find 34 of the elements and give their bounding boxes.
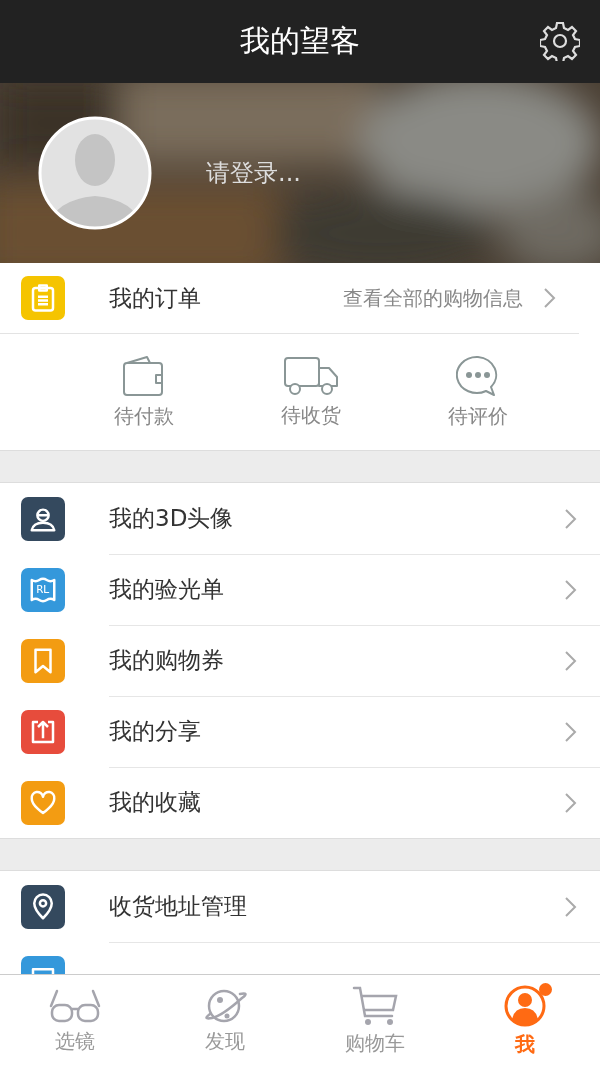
all-orders-link[interactable]: 查看全部的购物信息 xyxy=(343,284,523,312)
menu-item-label[interactable]: 我的验光单 xyxy=(109,574,544,605)
menu-item-label[interactable]: 我的购物券 xyxy=(109,645,544,676)
planet-icon xyxy=(202,987,248,1024)
order-status-label[interactable]: 待付款 xyxy=(113,402,174,430)
page-title: 我的望客 xyxy=(240,22,360,60)
order-status-label[interactable]: 待评价 xyxy=(447,402,508,430)
login-link[interactable]: 请登录... xyxy=(206,157,301,189)
menu-icon: RL xyxy=(21,567,65,612)
tab[interactable]: 购物车 xyxy=(345,1029,405,1057)
cart-icon xyxy=(352,985,398,1026)
settings-icon[interactable] xyxy=(540,21,580,61)
tab[interactable]: 发现 xyxy=(205,1027,245,1055)
truck-icon xyxy=(282,355,339,396)
orders-title: 我的订单 xyxy=(109,283,202,313)
clipboard-icon xyxy=(21,276,65,320)
user-icon xyxy=(504,984,546,1027)
menu-item-label[interactable]: 我的3D头像 xyxy=(109,503,544,534)
chevron-icon xyxy=(564,895,578,918)
chevron-icon xyxy=(564,578,578,601)
tab[interactable]: 我 xyxy=(515,1030,535,1058)
chevron-icon xyxy=(564,649,578,672)
chevron-icon xyxy=(564,507,578,530)
avatar[interactable] xyxy=(38,116,152,230)
glasses-icon xyxy=(49,987,101,1024)
wallet-icon xyxy=(121,354,166,397)
order-status-label[interactable]: 待收货 xyxy=(280,401,341,429)
tab[interactable]: 选镜 xyxy=(55,1027,95,1055)
chevron-icon xyxy=(564,720,578,743)
menu-item-label[interactable]: 我的分享 xyxy=(109,716,544,747)
chat-icon xyxy=(455,354,500,397)
chevron-icon xyxy=(543,287,557,309)
menu-item-label[interactable]: 我的收藏 xyxy=(109,787,544,818)
chevron-icon xyxy=(564,791,578,814)
